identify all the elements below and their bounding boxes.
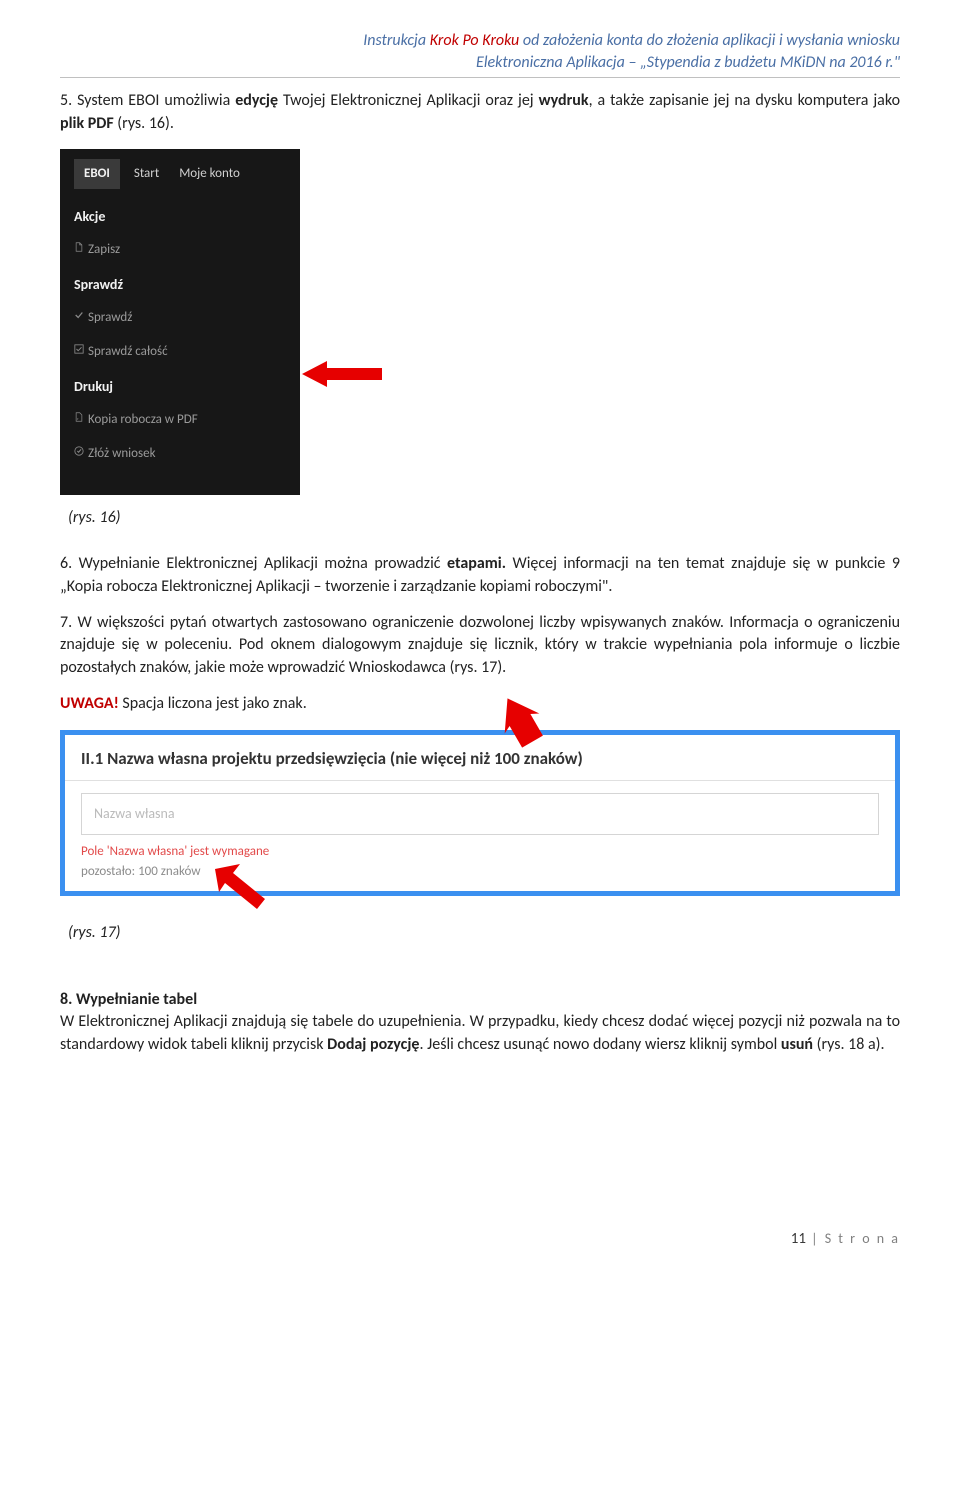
- paragraph-5: 5. System EBOI umożliwia edycję Twojej E…: [60, 90, 900, 135]
- svg-text:P: P: [77, 416, 79, 420]
- page-header: Instrukcja Krok Po Kroku od założenia ko…: [60, 30, 900, 78]
- paragraph-7: 7. W większości pytań otwartych zastosow…: [60, 612, 900, 679]
- item-zloz-wniosek-label: Złóż wniosek: [88, 446, 156, 461]
- form-error-message: Pole 'Nazwa własna' jest wymagane: [65, 841, 895, 863]
- page-number: 11: [791, 1230, 806, 1248]
- nav-moje-konto[interactable]: Moje konto: [179, 165, 240, 183]
- paragraph-6: 6. Wypełnianie Elektronicznej Aplikacji …: [60, 553, 900, 598]
- item-zapisz[interactable]: Zapisz: [60, 233, 300, 267]
- header-red: Krok Po Kroku: [430, 31, 520, 50]
- checkbox-icon: [74, 344, 84, 354]
- header-line2: Elektroniczna Aplikacja – „Stypendia z b…: [60, 52, 900, 74]
- section-drukuj: Drukuj: [60, 369, 300, 403]
- item-zloz-wniosek[interactable]: Złóż wniosek: [60, 437, 300, 471]
- nav-start[interactable]: Start: [134, 165, 159, 183]
- paragraph-8: 8. Wypełnianie tabel W Elektronicznej Ap…: [60, 989, 900, 1056]
- arrow-icon-title: [490, 690, 560, 750]
- p8-bold2: usuń: [781, 1035, 813, 1054]
- p8-text2: . Jeśli chcesz usunąć nowo dodany wiersz…: [419, 1035, 780, 1054]
- p5-bold3: plik PDF: [60, 114, 114, 133]
- p5-text2: Twojej Elektronicznej Aplikacji oraz jej: [278, 91, 539, 110]
- eboi-logo: EBOI: [74, 159, 120, 189]
- p5-text3: , a także zapisanie jej na dysku kompute…: [589, 91, 900, 110]
- item-sprawdz-label: Sprawdź: [88, 310, 132, 325]
- arrow-icon-pdf: [302, 359, 382, 389]
- p6-bold: etapami.: [447, 554, 506, 573]
- submit-icon: [74, 446, 84, 456]
- p8-bold1: Dodaj pozycję: [327, 1035, 419, 1054]
- p8-title: 8. Wypełnianie tabel: [60, 990, 197, 1009]
- header-suffix: od założenia konta do złożenia aplikacji…: [519, 31, 900, 50]
- eboi-sidebar: EBOI Start Moje konto Akcje Zapisz Spraw…: [60, 149, 300, 495]
- uwaga-text: Spacja liczona jest jako znak.: [119, 694, 307, 713]
- p5-bold1: edycję: [235, 91, 278, 110]
- uwaga-line: UWAGA! Spacja liczona jest jako znak.: [60, 693, 900, 715]
- caption-rys16: (rys. 16): [68, 507, 900, 529]
- p5-text4: (rys. 16).: [114, 114, 174, 133]
- chars-remaining: pozostało: 100 znaków: [65, 863, 895, 891]
- form-section-title: II.1 Nazwa własna projektu przedsięwzięc…: [65, 735, 895, 782]
- form-nazwa-wlasna: II.1 Nazwa własna projektu przedsięwzięc…: [60, 730, 900, 897]
- nazwa-wlasna-input[interactable]: Nazwa własna: [81, 793, 879, 835]
- p8-text3: (rys. 18 a).: [813, 1035, 885, 1054]
- arrow-icon-counter: [205, 859, 275, 919]
- item-zapisz-label: Zapisz: [88, 242, 120, 257]
- item-sprawdz[interactable]: Sprawdź: [60, 301, 300, 335]
- item-sprawdz-calosc-label: Sprawdź całość: [88, 344, 168, 359]
- page-footer: 11 | S t r o n a: [791, 1229, 900, 1250]
- header-prefix: Instrukcja: [363, 31, 429, 50]
- p5-text: 5. System EBOI umożliwia: [60, 91, 235, 110]
- item-sprawdz-calosc[interactable]: Sprawdź całość: [60, 335, 300, 369]
- item-kopia-pdf[interactable]: P Kopia robocza w PDF: [60, 403, 300, 437]
- pdf-icon: P: [74, 412, 84, 422]
- page-label: | S t r o n a: [806, 1230, 900, 1247]
- section-akcje: Akcje: [60, 199, 300, 233]
- eboi-topbar: EBOI Start Moje konto: [60, 149, 300, 199]
- section-sprawdz: Sprawdź: [60, 267, 300, 301]
- p6-text: 6. Wypełnianie Elektronicznej Aplikacji …: [60, 554, 447, 573]
- check-icon: [74, 310, 84, 320]
- uwaga-label: UWAGA!: [60, 694, 119, 713]
- item-kopia-pdf-label: Kopia robocza w PDF: [88, 412, 198, 427]
- file-icon: [74, 242, 84, 252]
- p5-bold2: wydruk: [539, 91, 589, 110]
- caption-rys17: (rys. 17): [68, 922, 900, 944]
